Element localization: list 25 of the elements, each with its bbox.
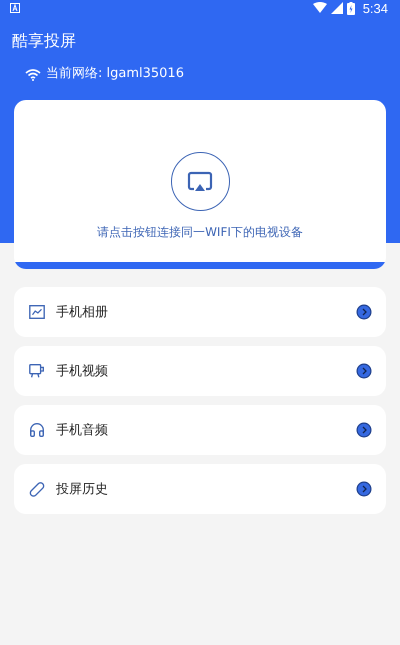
- menu-label: 投屏历史: [56, 481, 109, 498]
- image-icon: [28, 303, 46, 321]
- notification-icon: [10, 3, 20, 13]
- headphones-icon: [28, 421, 46, 439]
- network-label: 当前网络: lgaml35016: [46, 66, 184, 82]
- menu-label: 手机视频: [56, 363, 109, 380]
- menu-item[interactable]: 手机相册: [14, 287, 386, 337]
- menu-item[interactable]: 手机视频: [14, 346, 386, 396]
- wifi-icon: [312, 2, 327, 14]
- cast-hint: 请点击按钮连接同一WIFI下的电视设备: [97, 224, 303, 240]
- pill-icon: [28, 480, 46, 498]
- arrow-button-icon: [356, 481, 372, 497]
- arrow-button-icon: [356, 422, 372, 438]
- projector-icon: [28, 362, 46, 380]
- signal-icon: [330, 2, 343, 14]
- menu-label: 手机音频: [56, 422, 109, 439]
- arrow-button-icon: [356, 363, 372, 379]
- wifi-icon: [25, 68, 41, 80]
- status-time: 5:34: [362, 0, 388, 16]
- menu-item[interactable]: 手机音频: [14, 405, 386, 455]
- menu-item[interactable]: 投屏历史: [14, 464, 386, 514]
- arrow-button-icon: [356, 304, 372, 320]
- menu-label: 手机相册: [56, 304, 109, 321]
- app-title: 酷享投屏: [12, 30, 77, 52]
- battery-icon: [346, 2, 355, 14]
